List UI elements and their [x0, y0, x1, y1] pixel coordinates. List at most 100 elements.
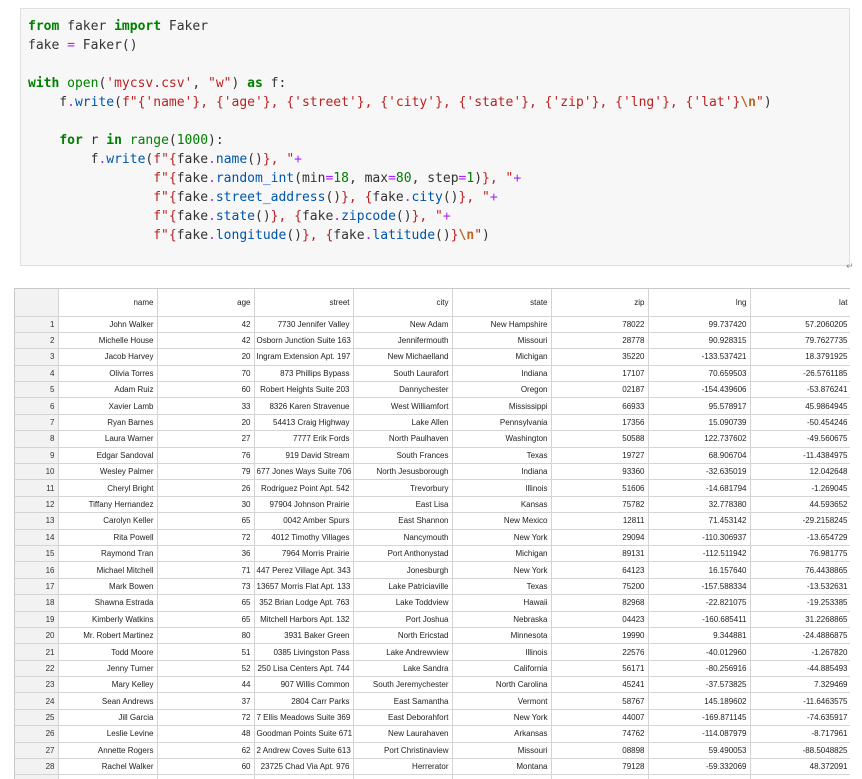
column-header-street: street: [254, 289, 354, 317]
code-editor[interactable]: from faker import Faker fake = Faker() wit…: [28, 17, 772, 245]
cell-state: New York: [452, 709, 552, 727]
code-token: 1000: [176, 133, 209, 148]
cell-zip: 51606: [551, 479, 649, 497]
cell-zip: 19990: [551, 627, 649, 645]
cell-lng: -114.087979: [648, 725, 751, 743]
cell-zip: 35220: [551, 348, 649, 366]
cell-age: 52: [157, 660, 255, 678]
cell-lat: -50.454246: [750, 414, 850, 432]
column-header-name: name: [58, 289, 158, 317]
cell-street: 54413 Craig Highway: [254, 414, 354, 432]
cell-zip: 93360: [551, 463, 649, 481]
code-token: fake: [176, 190, 209, 205]
column-header-lat: lat: [750, 289, 850, 317]
row-index: 20: [15, 627, 59, 645]
cell-state: Hawaii: [452, 594, 552, 612]
cell-street: 873 Phillips Bypass: [254, 365, 354, 383]
cell-zip: 04423: [551, 611, 649, 628]
table-row: 18 Shawna Estrada 65 352 Brian Lodge Apt. 7…: [15, 594, 850, 612]
cell-lat: 79.7627735: [750, 332, 850, 350]
cell-age: 20: [157, 348, 255, 366]
row-index: 15: [15, 545, 59, 563]
cell-street: 352 Brian Lodge Apt. 763: [254, 594, 354, 612]
code-token: ):: [208, 133, 224, 148]
cell-street: 7777 Erik Fords: [254, 430, 354, 448]
cell-name: Leslie Levine: [58, 725, 158, 743]
cell-city: East Lisa: [353, 496, 453, 514]
cell-age: 65: [157, 594, 255, 612]
cell-age: 37: [157, 692, 255, 710]
code-token: f:: [262, 76, 287, 91]
cell-street: 0385 Livingston Pass: [254, 643, 354, 661]
cell-lng: 122.737602: [648, 430, 751, 448]
code-token: with: [28, 76, 60, 91]
cell-zip: 44007: [551, 709, 649, 727]
cell-lat: -44.885493: [750, 660, 850, 678]
code-token: ,: [192, 76, 209, 91]
code-token: latitude: [372, 228, 436, 243]
cell-street: 8326 Karen Stravenue: [254, 397, 354, 415]
cell-lng: 59.490053: [648, 742, 751, 760]
code-token: 'lat': [693, 95, 733, 110]
code-token: }, {: [270, 209, 302, 224]
code-token: Faker: [161, 19, 209, 34]
cell-name: Carolyn Keller: [58, 512, 158, 530]
code-token: }, {: [356, 95, 389, 110]
column-header-lng: lng: [648, 289, 751, 317]
cell-age: 20: [157, 414, 255, 432]
cell-zip: 82968: [551, 594, 649, 612]
cell-lat: -49.560675: [750, 430, 850, 448]
cell-age: 73: [157, 578, 255, 596]
code-token: Faker(): [74, 38, 138, 53]
column-header-state: state: [452, 289, 552, 317]
row-index: 18: [15, 594, 59, 612]
cell-age: 80: [157, 627, 255, 645]
cell-city: Lake Toddview: [353, 594, 453, 612]
cell-city: Jonesburgh: [353, 561, 453, 579]
code-token: .: [403, 190, 412, 205]
cell-lat: -11.6463575: [750, 692, 850, 710]
code-token: fake: [28, 38, 68, 53]
cell-name: Jenny Turner: [58, 660, 158, 678]
table-row: 7 Ryan Barnes 20 54413 Craig Highway Lake Al…: [15, 414, 850, 432]
cell-state: New Hampshire: [452, 316, 552, 333]
cell-name: Cheryl Bright: [58, 479, 158, 497]
cell-age: 26: [157, 479, 255, 497]
cell-city: Lake Allen: [353, 414, 453, 432]
row-index: 16: [15, 561, 59, 579]
code-line: for r in range(1000):: [28, 131, 772, 150]
row-index: 5: [15, 381, 59, 399]
code-token: "w": [208, 76, 232, 91]
cell-zip: 89131: [551, 545, 649, 563]
code-cell[interactable]: from faker import Faker fake = Faker() wit…: [20, 8, 850, 266]
cell-state: Texas: [452, 578, 552, 596]
cell-age: 76: [157, 447, 255, 465]
cell-street: 97904 Johnson Prairie: [254, 496, 354, 514]
cell-age: 27: [157, 430, 255, 448]
code-token: 80: [395, 171, 412, 186]
cell-lng: 99.737420: [648, 316, 751, 333]
table-row: 13 Carolyn Keller 65 0042 Amber Spurs East S…: [15, 512, 850, 530]
cell-state: Texas: [452, 447, 552, 465]
cell-street: 23725 Chad Via Apt. 976: [254, 758, 354, 776]
cell-street: 7730 Jennifer Valley: [254, 316, 354, 333]
code-token: }, ": [262, 152, 295, 167]
cell-name: Jill Garcia: [58, 709, 158, 727]
cell-age: 62: [157, 742, 255, 760]
row-index: 24: [15, 692, 59, 710]
cell-state: California: [452, 660, 552, 678]
code-token: (): [286, 228, 302, 243]
cell-state: New York: [452, 529, 552, 546]
cell-zip: [551, 774, 649, 779]
cell-state: Vermont: [452, 692, 552, 710]
code-token: ": [474, 228, 483, 243]
cell-city: South Jeremychester: [353, 676, 453, 694]
cell-age: 42: [157, 316, 255, 333]
row-index: 8: [15, 430, 59, 448]
code-token: .: [208, 171, 216, 186]
code-token: ): [474, 171, 483, 186]
code-token: , max: [348, 171, 389, 186]
